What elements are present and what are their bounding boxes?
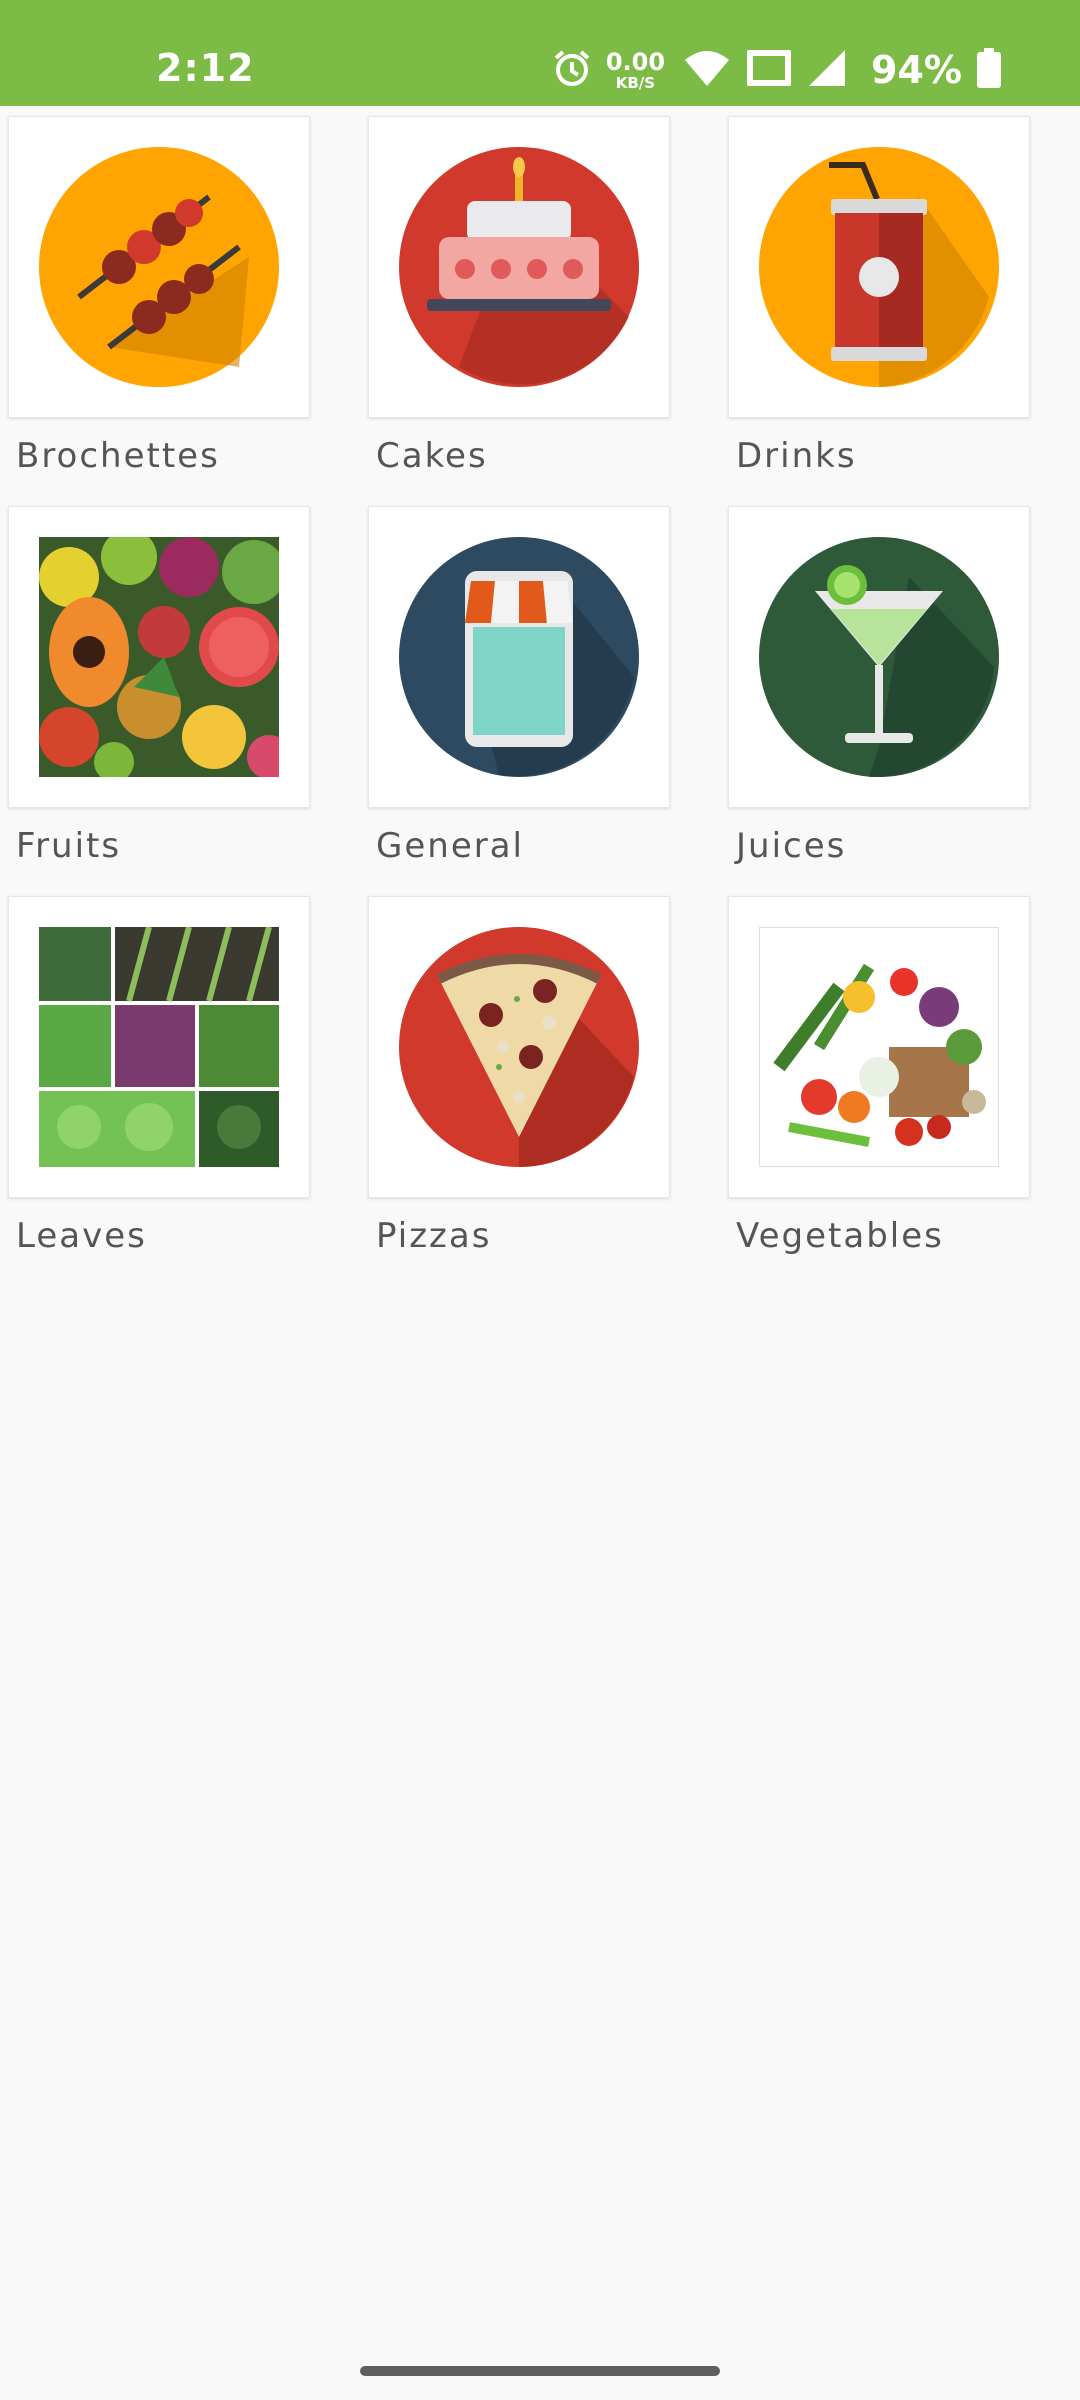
leaves-photo (39, 927, 279, 1167)
category-card[interactable] (728, 506, 1030, 808)
category-label: Drinks (736, 436, 857, 476)
battery-icon (976, 48, 1002, 92)
category-card[interactable] (8, 896, 310, 1198)
net-speed-value: 0.00 (605, 47, 666, 76)
skewers-icon (39, 147, 279, 387)
status-bar: 2:12 0.00 KB/S 94% (0, 0, 1080, 106)
net-speed-unit: KB/S (615, 73, 656, 92)
pizza-slice-icon (399, 927, 639, 1167)
category-card[interactable] (368, 896, 670, 1198)
category-label: Pizzas (376, 1216, 492, 1256)
wifi-icon (683, 48, 731, 92)
category-card[interactable] (8, 506, 310, 808)
category-label: Fruits (16, 826, 122, 866)
category-card[interactable] (8, 116, 310, 418)
fruits-photo (39, 537, 279, 777)
alarm-icon (552, 48, 592, 92)
category-label: Brochettes (16, 436, 220, 476)
home-indicator[interactable] (360, 2366, 720, 2376)
category-card[interactable] (368, 116, 670, 418)
cocktail-icon (759, 537, 999, 777)
category-label: Cakes (376, 436, 488, 476)
net-speed: 0.00 KB/S (606, 50, 665, 91)
store-icon (399, 537, 639, 777)
soda-can-icon (759, 147, 999, 387)
category-card[interactable] (728, 896, 1030, 1198)
vowifi-icon (745, 48, 793, 92)
status-time: 2:12 (156, 46, 255, 90)
category-label: Vegetables (736, 1216, 944, 1256)
battery-percent: 94% (871, 48, 962, 92)
category-label: Juices (736, 826, 847, 866)
category-label: General (376, 826, 524, 866)
status-icons: 0.00 KB/S 94% (552, 44, 1002, 96)
category-card[interactable] (368, 506, 670, 808)
category-card[interactable] (728, 116, 1030, 418)
cell-signal-icon (807, 48, 847, 92)
cake-icon (399, 147, 639, 387)
category-label: Leaves (16, 1216, 147, 1256)
vegetables-photo (759, 927, 999, 1167)
